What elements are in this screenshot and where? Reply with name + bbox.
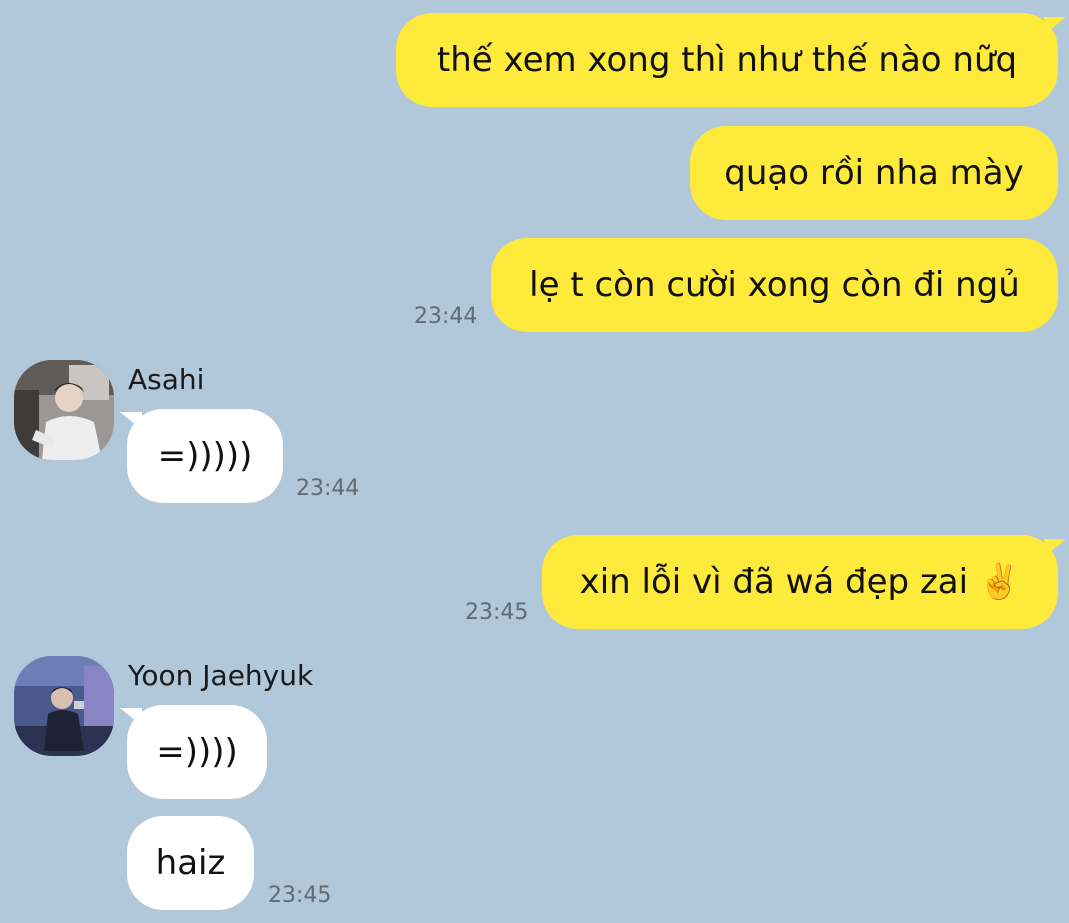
message-text: xin lỗi vì đã wá đẹp zai: [579, 562, 969, 602]
message-timestamp: 23:44: [414, 304, 478, 329]
my-message-bubble[interactable]: thế xem xong thì như thế nào nữq: [396, 13, 1058, 107]
chat-thread[interactable]: thế xem xong thì như thế nào nữq quạo rồ…: [0, 0, 1069, 923]
message-text: haiz: [155, 843, 226, 883]
their-message-bubble[interactable]: =))))): [127, 409, 283, 503]
their-message-bubble[interactable]: =)))): [127, 705, 267, 799]
profile-photo-icon: [14, 360, 114, 460]
message-timestamp: 23:45: [268, 883, 332, 908]
message-text: quạo rồi nha mày: [724, 153, 1024, 193]
message-text: lẹ t còn cười xong còn đi ngủ: [529, 265, 1020, 305]
bubble-tail: [1044, 17, 1066, 35]
bubble-tail: [1044, 539, 1066, 557]
profile-photo-icon: [14, 656, 114, 756]
message-timestamp: 23:44: [296, 476, 360, 501]
sender-name: Yoon Jaehyuk: [128, 659, 314, 692]
victory-hand-icon: ✌️: [978, 562, 1021, 602]
avatar-yoon-jaehyuk[interactable]: [14, 656, 114, 756]
my-message-bubble[interactable]: lẹ t còn cười xong còn đi ngủ: [491, 238, 1058, 332]
message-text: =))))): [157, 436, 253, 476]
sender-name: Asahi: [128, 363, 205, 396]
avatar-asahi[interactable]: [14, 360, 114, 460]
their-message-bubble[interactable]: haiz: [127, 816, 254, 910]
message-text: thế xem xong thì như thế nào nữq: [436, 40, 1018, 80]
my-message-bubble[interactable]: quạo rồi nha mày: [690, 126, 1058, 220]
message-text: =)))): [156, 732, 238, 772]
my-message-bubble[interactable]: xin lỗi vì đã wá đẹp zai ✌️: [542, 535, 1058, 629]
message-timestamp: 23:45: [465, 600, 529, 625]
